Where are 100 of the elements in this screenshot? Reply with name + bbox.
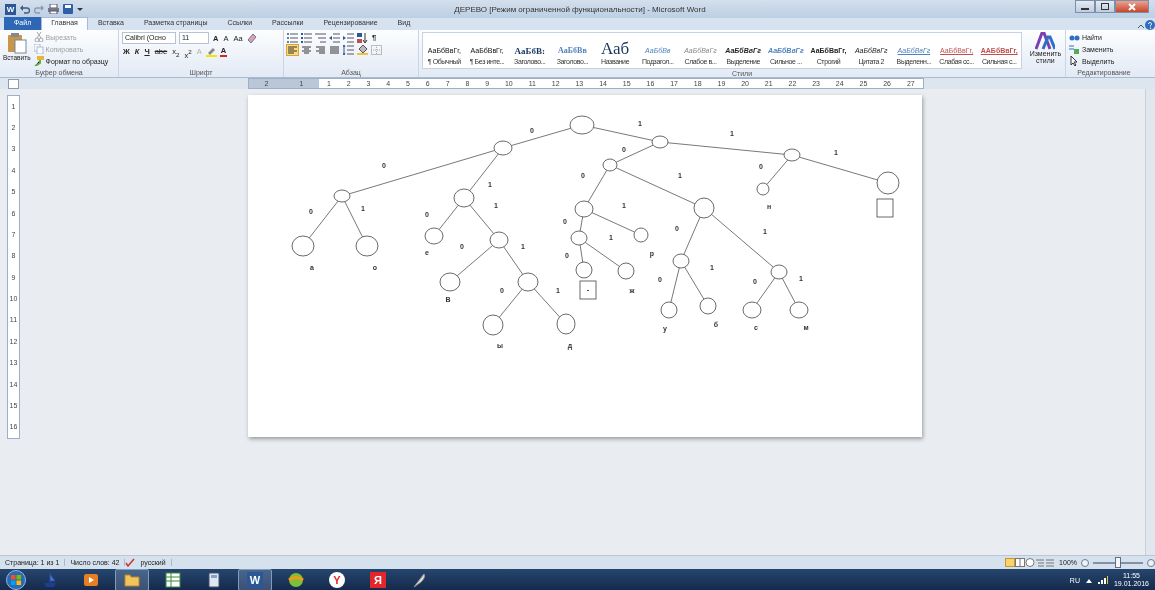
calculator-icon[interactable]	[206, 572, 222, 588]
eraser-icon[interactable]	[246, 33, 257, 43]
tree-node	[633, 227, 649, 243]
tree-node	[876, 171, 900, 195]
ball-icon[interactable]	[288, 572, 304, 588]
edge-line	[781, 277, 796, 304]
edge-line	[498, 288, 523, 318]
edge-line	[469, 204, 495, 234]
print-layout-view-icon[interactable]	[1005, 558, 1016, 567]
window-title: ДЕРЕВО [Режим ограниченной функциональности] - Microsoft Word	[453, 4, 707, 14]
save-icon[interactable]	[63, 4, 73, 14]
edge-line	[344, 201, 363, 238]
help-icon[interactable]	[1145, 20, 1155, 30]
edge-line	[591, 212, 636, 233]
tree-node	[424, 227, 444, 245]
vertical-scrollbar[interactable]	[1145, 89, 1155, 555]
ship-icon[interactable]	[42, 572, 58, 588]
maximize-button[interactable]	[1095, 0, 1115, 13]
tree-node	[489, 231, 509, 249]
tree-node	[453, 188, 475, 208]
web-view-icon[interactable]	[1025, 558, 1036, 567]
edge-line	[511, 127, 572, 146]
edge-line	[593, 127, 653, 141]
edge-line	[684, 266, 705, 300]
edge-line	[438, 204, 459, 230]
close-button[interactable]	[1115, 0, 1149, 13]
circle-logo-icon[interactable]: Y	[329, 572, 345, 588]
pointer-icon[interactable]	[1069, 56, 1080, 66]
edge-line	[766, 159, 789, 185]
folder-icon[interactable]	[124, 572, 140, 588]
letters-icon	[1035, 32, 1056, 50]
line-spacing-icon[interactable]	[343, 45, 354, 55]
edge-line	[579, 216, 584, 232]
tree-node	[333, 189, 351, 203]
signal-icon[interactable]	[1097, 576, 1108, 584]
clipboard-icon	[6, 32, 27, 54]
tree-node	[517, 272, 539, 292]
paint-bucket-icon[interactable]	[357, 45, 368, 55]
tree-node	[574, 200, 594, 218]
tray-arrow-icon[interactable]	[1085, 577, 1092, 583]
edge-line	[711, 214, 774, 268]
leaf-box	[579, 280, 597, 300]
tree-node	[756, 182, 770, 196]
tree-node	[617, 262, 635, 280]
zoom-out-button[interactable]	[1081, 558, 1089, 567]
slider-thumb[interactable]	[1115, 557, 1121, 568]
start-button[interactable]	[6, 570, 26, 590]
brush-icon[interactable]	[33, 56, 44, 66]
tree-node	[693, 197, 715, 219]
multilevel-list-icon[interactable]	[315, 32, 326, 43]
tree-node	[789, 301, 809, 319]
feather-icon[interactable]	[411, 572, 427, 588]
align-right-icon[interactable]	[315, 45, 326, 55]
tree-node	[651, 135, 669, 149]
tree-node	[482, 314, 504, 336]
tree-node	[783, 148, 801, 162]
tree-node	[602, 158, 618, 172]
edge-line	[587, 169, 608, 203]
tree-node	[742, 301, 762, 319]
edge-line	[683, 216, 701, 255]
edge-line	[308, 200, 339, 239]
tree-node	[770, 264, 788, 280]
tree-node	[556, 313, 576, 335]
edge-line	[670, 267, 680, 303]
bullets-icon[interactable]	[287, 32, 298, 43]
edge-line	[456, 245, 493, 277]
zoom-slider[interactable]	[1093, 557, 1143, 568]
printer-icon[interactable]	[48, 4, 59, 14]
square-logo-icon[interactable]: Я	[370, 572, 386, 588]
tree-node	[569, 115, 595, 135]
decrease-indent-icon[interactable]	[329, 32, 340, 43]
numbering-icon[interactable]	[301, 32, 312, 43]
reading-view-icon[interactable]	[1015, 558, 1026, 567]
edge-line	[615, 144, 654, 163]
spellcheck-icon[interactable]	[125, 558, 136, 567]
leaf-box	[876, 198, 894, 218]
tree-node	[570, 230, 588, 246]
tree-node	[660, 301, 678, 319]
tree-node	[575, 261, 593, 279]
undo-icon[interactable]	[20, 4, 30, 14]
play-icon[interactable]	[83, 572, 99, 588]
maximize-icon	[1101, 3, 1109, 10]
highlighter-icon[interactable]	[205, 46, 217, 57]
document-app-icon[interactable]: W	[247, 572, 263, 588]
tree-node	[291, 235, 315, 257]
tree-node	[699, 297, 717, 315]
sort-icon[interactable]	[357, 32, 368, 43]
spreadsheet-icon[interactable]	[165, 572, 181, 588]
minimize-button[interactable]	[1075, 0, 1095, 13]
tab-selector[interactable]	[8, 78, 19, 89]
zoom-in-button[interactable]	[1147, 558, 1155, 567]
tree-node	[493, 140, 513, 156]
collapse-icon[interactable]	[1137, 22, 1145, 30]
increase-indent-icon[interactable]	[343, 32, 354, 43]
edge-line	[756, 277, 776, 304]
app-icon[interactable]: W	[5, 3, 16, 15]
close-icon	[1128, 2, 1136, 11]
align-justify-icon[interactable]	[329, 45, 340, 55]
tree-node	[439, 272, 461, 292]
tree-node	[672, 253, 690, 269]
